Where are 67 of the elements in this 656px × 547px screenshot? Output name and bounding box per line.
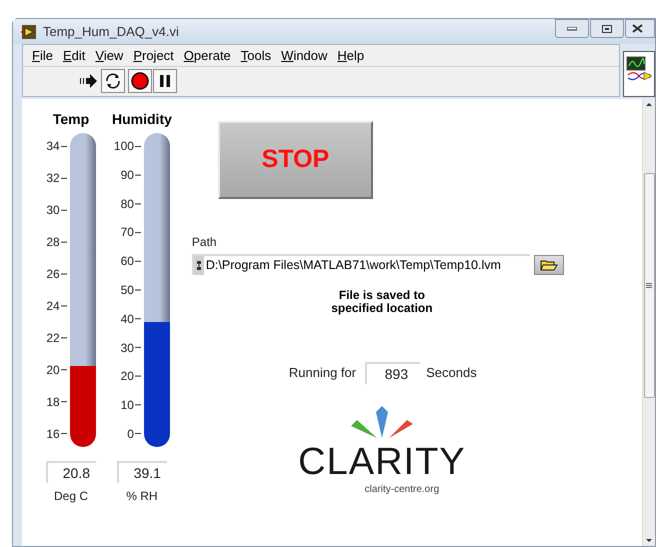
grip-icon: [646, 283, 652, 288]
value-display: 20.8: [46, 461, 96, 483]
value-display: 39.1: [116, 461, 167, 483]
close-icon: [632, 24, 643, 33]
scale-label: 26: [46, 268, 60, 280]
vi-icon: [21, 24, 37, 38]
stop-icon: [131, 72, 149, 90]
unit-label: Seconds: [426, 364, 477, 382]
window-title: Temp_Hum_DAQ_v4.vi: [43, 22, 179, 41]
scale-label: 30: [46, 204, 60, 216]
scale-label: 100: [114, 140, 134, 152]
abort-button[interactable]: [128, 68, 152, 92]
scale-label: 70: [120, 226, 134, 238]
scroll-down-icon: [646, 539, 652, 542]
unit-label: % RH: [126, 488, 158, 505]
status-message: File is saved to specified location: [330, 289, 434, 315]
minimize-button[interactable]: [555, 19, 589, 38]
seconds-display: 893: [365, 362, 420, 384]
logo-url: clarity-centre.org: [364, 483, 440, 497]
run-continuously-button[interactable]: [101, 68, 125, 92]
menu-item[interactable]: Edit: [58, 46, 90, 66]
scrollbar-thumb[interactable]: [644, 173, 654, 398]
browse-button[interactable]: [534, 254, 564, 274]
folder-icon: [540, 258, 558, 270]
scale-label: 22: [46, 332, 60, 344]
path-label: Path: [192, 234, 218, 251]
scale-label: 40: [120, 312, 134, 325]
menu-item[interactable]: Help: [332, 46, 370, 66]
logo-wordmark: CLARITY: [298, 442, 466, 482]
unit-label: Deg C: [54, 488, 88, 505]
scale-label: 32: [46, 172, 60, 184]
scale-label: 30: [120, 342, 134, 354]
scale-label: 20: [46, 364, 60, 376]
scale-label: 0: [127, 428, 134, 440]
menu-item[interactable]: View: [90, 46, 128, 66]
waveform-icon: [626, 56, 652, 82]
scale-label: 24: [46, 300, 60, 312]
scale-label: 90: [120, 168, 134, 181]
scale-label: 60: [120, 255, 134, 268]
arrow-icon: [80, 74, 98, 88]
maximize-icon: [602, 24, 612, 32]
path-type-icon: [194, 256, 204, 275]
scale-label: 16: [46, 428, 60, 440]
menu-item[interactable]: File: [27, 46, 58, 66]
scale-label: 50: [120, 284, 134, 296]
gauge-title: Humidity: [112, 110, 172, 129]
maximize-button[interactable]: [590, 19, 624, 38]
menu-item[interactable]: Window: [276, 46, 332, 66]
vertical-scrollbar[interactable]: [642, 99, 655, 546]
scale-label: 20: [120, 370, 134, 382]
gauge-title: Temp: [52, 110, 90, 129]
scale-label: 28: [46, 236, 60, 248]
scale-label: 80: [120, 198, 134, 210]
pause-icon: [159, 74, 171, 86]
close-button[interactable]: [625, 19, 655, 38]
scale-label: 34: [46, 140, 60, 152]
cycle-arrows-icon: [104, 72, 122, 90]
scale-label: 18: [46, 396, 60, 408]
menu-item[interactable]: Tools: [236, 46, 276, 66]
scale-label: 10: [120, 399, 134, 412]
path-field[interactable]: D:\Program Files\MATLAB71\work\Temp\Temp10.lvm: [192, 254, 530, 275]
menu-item[interactable]: Operate: [178, 46, 236, 66]
scroll-up-icon: [646, 103, 652, 106]
running-label: Running for: [288, 364, 356, 382]
minimize-icon: [567, 26, 577, 30]
pause-button[interactable]: [153, 68, 177, 92]
menu-item[interactable]: Project: [128, 46, 179, 66]
